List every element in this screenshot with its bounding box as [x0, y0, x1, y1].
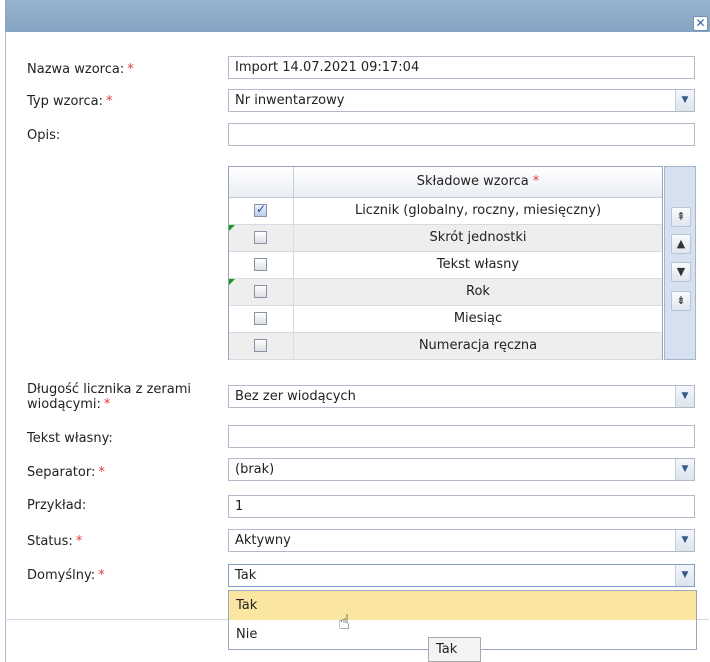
- reorder-panel: ⇞ ▲ ▼ ⇟: [664, 166, 696, 360]
- template-type-label: Typ wzorca: *: [27, 94, 113, 109]
- component-name: Miesiąc: [453, 311, 503, 326]
- example-input[interactable]: 1: [228, 495, 695, 518]
- double-arrow-down-icon[interactable]: ⇟: [671, 291, 691, 311]
- own-text-input[interactable]: [228, 425, 695, 448]
- tooltip: Tak: [428, 637, 481, 662]
- component-row[interactable]: Miesiąc: [229, 306, 662, 333]
- chevron-down-icon[interactable]: ▼: [675, 386, 694, 407]
- component-name: Skrót jednostki: [429, 230, 527, 245]
- component-checkbox[interactable]: [254, 202, 267, 217]
- component-name: Tekst własny: [436, 257, 520, 272]
- hand-pointer-icon: ☝: [338, 610, 351, 634]
- dirty-marker-icon: [229, 225, 235, 231]
- dropdown-option-tak[interactable]: Tak: [229, 591, 696, 620]
- default-label: Domyślny: *: [27, 568, 105, 583]
- component-row[interactable]: Numeracja ręczna: [229, 333, 662, 360]
- template-type-select[interactable]: Nr inwentarzowy ▼: [228, 89, 695, 112]
- arrow-down-icon[interactable]: ▼: [671, 262, 691, 282]
- arrow-up-icon[interactable]: ▲: [671, 234, 691, 254]
- template-name-input[interactable]: Import 14.07.2021 09:17:04: [228, 56, 695, 79]
- dialog-titlebar: ✕: [5, 0, 710, 32]
- description-label: Opis:: [27, 128, 61, 143]
- close-icon[interactable]: ✕: [693, 16, 708, 31]
- component-name: Rok: [466, 284, 490, 299]
- status-select[interactable]: Aktywny ▼: [228, 529, 695, 552]
- component-row[interactable]: Licznik (globalny, roczny, miesięczny): [229, 198, 662, 225]
- description-input[interactable]: [228, 123, 695, 146]
- chevron-down-icon[interactable]: ▼: [675, 565, 694, 586]
- component-checkbox[interactable]: [254, 258, 267, 271]
- components-grid-header: Składowe wzorca *: [229, 167, 662, 198]
- component-checkbox[interactable]: [254, 339, 267, 352]
- double-arrow-up-icon[interactable]: ⇞: [671, 207, 691, 227]
- dirty-marker-icon: [229, 279, 235, 285]
- components-grid: Składowe wzorca* Licznik (globalny, rocz…: [228, 166, 663, 360]
- component-checkbox[interactable]: [254, 285, 267, 298]
- chevron-down-icon[interactable]: ▼: [675, 530, 694, 551]
- example-label: Przykład:: [27, 498, 87, 513]
- separator-select[interactable]: (brak) ▼: [228, 458, 695, 481]
- status-label: Status: *: [27, 534, 83, 549]
- component-name: Numeracja ręczna: [418, 338, 538, 353]
- default-select[interactable]: Tak ▼: [228, 564, 695, 587]
- own-text-label: Tekst własny:: [27, 431, 113, 446]
- component-row[interactable]: Tekst własny: [229, 252, 662, 279]
- component-row[interactable]: Rok: [229, 279, 662, 306]
- component-row[interactable]: Skrót jednostki: [229, 225, 662, 252]
- component-name: Licznik (globalny, roczny, miesięczny): [354, 203, 602, 218]
- counter-length-select[interactable]: Bez zer wiodących ▼: [228, 385, 695, 408]
- component-checkbox[interactable]: [254, 312, 267, 325]
- separator-label: Separator: *: [27, 465, 105, 480]
- component-checkbox[interactable]: [254, 231, 267, 244]
- template-name-label: Nazwa wzorca: *: [27, 62, 134, 77]
- chevron-down-icon[interactable]: ▼: [675, 459, 694, 480]
- counter-length-label: Długość licznika z zerami wiodącymi: *: [27, 382, 192, 412]
- chevron-down-icon[interactable]: ▼: [675, 90, 694, 111]
